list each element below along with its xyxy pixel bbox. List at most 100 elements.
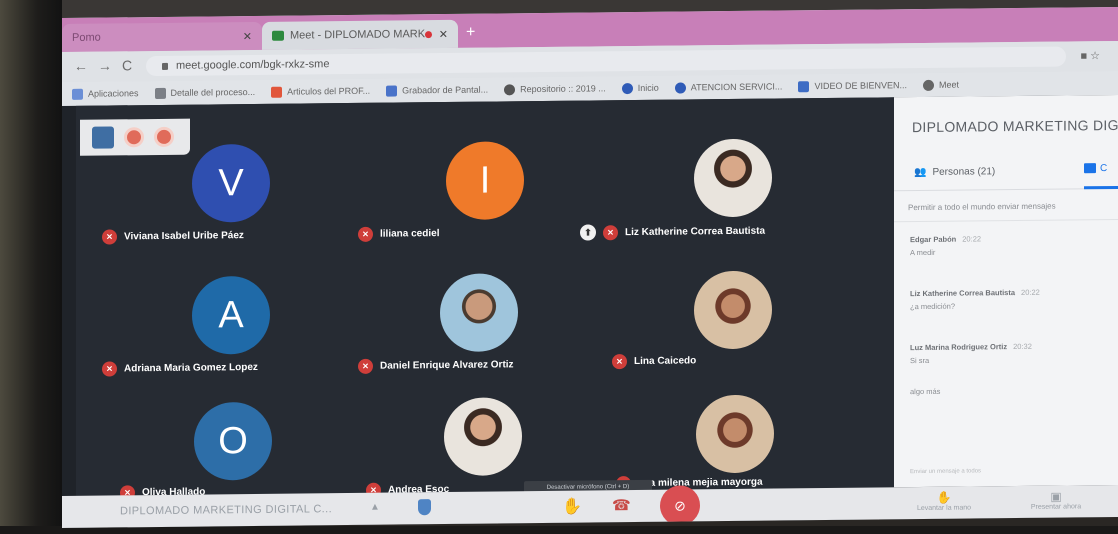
drive-icon: [798, 80, 810, 92]
bookmark-icon: [386, 84, 398, 97]
mic-off-icon: ✕: [102, 361, 117, 377]
participant-name: Viviana Isabel Uribe Páez: [124, 230, 244, 243]
meeting-details-title[interactable]: DIPLOMADO MARKETING DIGITAL C...: [120, 503, 332, 517]
bookmark-item[interactable]: Detalle del proceso...: [154, 86, 255, 99]
chat-icon: [1084, 163, 1096, 174]
bookmark-item[interactable]: Aplicaciones: [72, 88, 139, 100]
participant-name: Adriana Maria Gomez Lopez: [124, 361, 258, 375]
bookmark-item[interactable]: Meet: [922, 79, 959, 91]
back-icon[interactable]: ←: [74, 58, 88, 74]
meeting-title: DIPLOMADO MARKETING DIG: [912, 116, 1118, 136]
laptop-bezel-bottom: [0, 526, 1118, 534]
chat-input[interactable]: Enviar un mensaje a todos: [910, 468, 981, 475]
participant-name: liliana cediel: [380, 228, 440, 240]
bookmark-label: Aplicaciones: [88, 88, 139, 99]
bookmark-label: Grabador de Pantal...: [402, 84, 489, 96]
message-time: 20:22: [962, 234, 982, 244]
url-input[interactable]: meet.google.com/bgk-rxkz-sme: [146, 46, 1066, 77]
forward-icon[interactable]: →: [98, 57, 112, 73]
chat-message: Edgar Pabón 20:22 A medir: [910, 234, 981, 257]
panel-tabs: 👥 Personas (21) C: [894, 152, 1118, 192]
divider: [894, 218, 1118, 223]
close-icon[interactable]: ✕: [243, 30, 252, 43]
message-time: 20:32: [1013, 341, 1032, 352]
bookmark-label: Repositorio :: 2019 ...: [520, 83, 606, 95]
bookmark-icon: [621, 82, 633, 94]
tab-title: Pomo: [72, 31, 101, 44]
tab-chat[interactable]: C: [1084, 162, 1118, 190]
bookmark-label: Meet: [938, 79, 959, 90]
participant-tile: ⬆ ✕ Liz Katherine Correa Bautista: [580, 137, 880, 260]
message-text: ¿a medición?: [910, 301, 956, 312]
participant-name-row: ✕ Lina Caicedo: [612, 353, 696, 370]
participant-tile: ✕ Lina Caicedo: [612, 266, 872, 389]
message-author: Edgar Pabón: [910, 234, 957, 245]
chevron-up-icon[interactable]: ▲: [370, 502, 380, 513]
message-text: Si sra: [910, 355, 930, 366]
shield-icon[interactable]: [418, 499, 431, 516]
raise-hand-button[interactable]: ✋ Levantar la mano: [894, 490, 994, 512]
message-time: 20:22: [1021, 287, 1040, 297]
participant-photo: [440, 273, 518, 353]
url-text: meet.google.com/bgk-rxkz-sme: [176, 58, 330, 72]
participant-photo: [694, 270, 772, 350]
participant-name-row: ✕ Daniel Enrique Alvarez Ortiz: [358, 357, 514, 374]
hand-icon: ✋: [936, 490, 952, 505]
participant-name-row: ✕ Adriana Maria Gomez Lopez: [102, 360, 258, 377]
bookmark-icon: [674, 81, 686, 94]
avatar: I: [446, 141, 524, 220]
bookmark-item[interactable]: Inicio: [621, 82, 659, 94]
people-icon: 👥: [914, 166, 927, 179]
camera-off-button[interactable]: ⊘: [660, 485, 700, 526]
chat-message: algo más: [910, 383, 940, 396]
bookmark-item[interactable]: Articulos del PROF...: [271, 85, 370, 98]
bookmark-icon: [271, 86, 283, 98]
page-icon: [154, 87, 166, 99]
globe-icon: [922, 79, 934, 91]
tab-people-label: Personas (21): [932, 166, 996, 178]
hangup-button[interactable]: ☎: [612, 496, 631, 514]
participant-name: Liz Katherine Correa Bautista: [625, 225, 766, 238]
tab-chat-label: C: [1100, 163, 1108, 175]
bookmark-item[interactable]: Grabador de Pantal...: [386, 84, 489, 97]
pin-icon[interactable]: ⬆: [580, 224, 596, 241]
bookmark-item[interactable]: ATENCION SERVICI...: [674, 81, 782, 94]
present-now-button[interactable]: ▣ Presentar ahora: [1006, 489, 1106, 511]
chat-message: Liz Katherine Correa Bautista 20:22 ¿a me…: [910, 288, 1040, 311]
hand-icon[interactable]: ✋: [562, 497, 582, 517]
globe-icon: [504, 83, 516, 95]
participant-name-row: ⬆ ✕ Liz Katherine Correa Bautista: [580, 223, 765, 241]
tab-people[interactable]: 👥 Personas (21): [914, 166, 995, 178]
avatar-initial: O: [218, 419, 248, 462]
mic-off-icon: ✕: [358, 226, 373, 242]
participant-name: ana milena mejia mayorga: [638, 476, 763, 489]
chat-permission-toggle[interactable]: Permitir a todo el mundo enviar mensajes: [908, 202, 1056, 213]
avatar-initial: I: [479, 159, 491, 202]
star-icon[interactable]: ■ ☆: [1080, 49, 1100, 62]
tab-inactive[interactable]: Pomo ✕: [62, 21, 262, 52]
reload-icon[interactable]: C: [122, 57, 132, 73]
mic-off-icon: ✕: [358, 358, 373, 374]
avatar-initial: V: [218, 161, 244, 204]
participant-name: Daniel Enrique Alvarez Ortiz: [380, 359, 514, 372]
tab-meet[interactable]: Meet - DIPLOMADO MARK ✕: [262, 19, 458, 50]
message-author: Luz Marina Rodriguez Ortiz: [910, 342, 1008, 353]
message-author: Liz Katherine Correa Bautista: [910, 288, 1016, 299]
message-text: algo más: [910, 386, 941, 397]
new-tab-button[interactable]: +: [466, 24, 475, 42]
participant-name-row: ✕ Viviana Isabel Uribe Páez: [102, 228, 244, 245]
participant-name-row: ✕ liliana cediel: [358, 226, 439, 242]
tab-title: Meet - DIPLOMADO MARK: [290, 28, 426, 42]
present-icon: ▣: [1050, 489, 1062, 504]
bookmark-label: VIDEO DE BIENVEN...: [814, 80, 907, 92]
bookmark-item[interactable]: VIDEO DE BIENVEN...: [798, 80, 907, 92]
recording-icon: [425, 30, 432, 38]
participant-photo: [696, 394, 774, 474]
bookmark-item[interactable]: Repositorio :: 2019 ...: [504, 83, 606, 95]
participant-tile: V ✕ Viviana Isabel Uribe Páez: [102, 143, 362, 266]
avatar: O: [194, 401, 272, 481]
participant-grid: V ✕ Viviana Isabel Uribe Páez I ✕ liliana …: [76, 97, 894, 501]
close-icon[interactable]: ✕: [439, 27, 448, 40]
chat-panel: DIPLOMADO MARKETING DIG 👥 Personas (21) …: [894, 94, 1118, 488]
mic-off-icon: ✕: [612, 354, 627, 370]
